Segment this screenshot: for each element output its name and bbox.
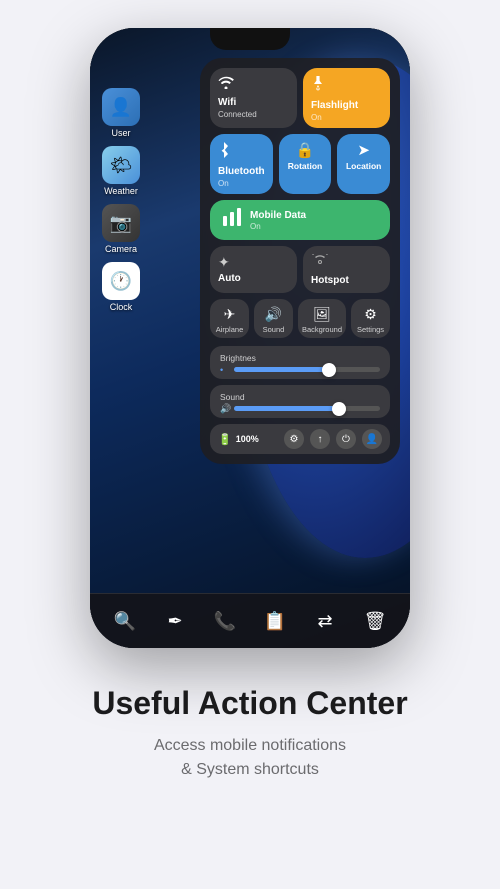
- camera-app-label: Camera: [105, 244, 137, 254]
- hotspot-label: Hotspot: [311, 275, 349, 287]
- cc-row1: Wifi Connected Flashlight On: [210, 68, 390, 128]
- location-button[interactable]: ➤ Location: [337, 134, 390, 194]
- camera-app-icon: 📷: [102, 204, 140, 242]
- sound-slider-label: Sound: [220, 392, 380, 402]
- control-center: Wifi Connected Flashlight On: [200, 58, 400, 464]
- hotspot-button[interactable]: Hotspot: [303, 246, 390, 293]
- flashlight-label: Flashlight: [311, 100, 358, 112]
- user-app-label: User: [111, 128, 130, 138]
- weather-app-label: Weather: [104, 186, 138, 196]
- auto-icon: ✦: [218, 254, 230, 271]
- subtitle-line2: & System shortcuts: [181, 761, 319, 778]
- sound-wrapper: 🔊: [220, 406, 380, 411]
- status-power-button[interactable]: ⏻: [336, 429, 356, 449]
- wifi-icon: [218, 76, 234, 94]
- app-user[interactable]: 👤 User: [102, 88, 140, 138]
- auto-button[interactable]: ✦ Auto: [210, 246, 297, 293]
- flashlight-status: On: [311, 113, 322, 122]
- main-title: Useful Action Center: [92, 684, 407, 722]
- app-camera[interactable]: 📷 Camera: [102, 204, 140, 254]
- phone-screen: 👤 User 🌤 Weather 📷 Camera 🕐 Clock: [90, 28, 410, 648]
- brightness-track[interactable]: [234, 367, 380, 372]
- cc-row5: ✈ Airplane 🔊 Sound 🖼 Background ⚙ Settin…: [210, 299, 390, 338]
- airplane-icon: ✈: [224, 306, 236, 323]
- sound-dot-icon: 🔊: [220, 403, 231, 414]
- weather-app-icon: 🌤: [102, 146, 140, 184]
- dock-pen-icon[interactable]: ✒: [160, 606, 190, 636]
- mobile-data-label: Mobile Data: [250, 210, 306, 222]
- flashlight-button[interactable]: Flashlight On: [303, 68, 390, 128]
- wifi-label: Wifi: [218, 97, 236, 109]
- wifi-status: Connected: [218, 110, 257, 119]
- sidebar-apps: 👤 User 🌤 Weather 📷 Camera 🕐 Clock: [102, 88, 140, 312]
- dock-clipboard-icon[interactable]: 📋: [260, 606, 290, 636]
- background-icon: 🖼: [313, 306, 331, 323]
- dock-search-icon[interactable]: 🔍: [110, 606, 140, 636]
- sound-thumb[interactable]: [332, 402, 346, 416]
- app-weather[interactable]: 🌤 Weather: [102, 146, 140, 196]
- brightness-dot-icon: •: [220, 365, 223, 375]
- bluetooth-label: Bluetooth: [218, 166, 265, 178]
- sound-fill: [234, 406, 339, 411]
- brightness-label: Brightnes: [220, 353, 380, 363]
- mobile-data-icon: [222, 208, 242, 232]
- settings-icon: ⚙: [364, 306, 377, 323]
- battery-icon: 🔋: [218, 433, 232, 446]
- rotation-label: Rotation: [288, 161, 322, 171]
- sound-label: Sound: [263, 325, 285, 334]
- bluetooth-button[interactable]: Bluetooth On: [210, 134, 273, 194]
- clock-app-icon: 🕐: [102, 262, 140, 300]
- bluetooth-icon: [218, 142, 230, 163]
- location-label: Location: [346, 161, 381, 171]
- sound-button[interactable]: 🔊 Sound: [254, 299, 293, 338]
- user-app-icon: 👤: [102, 88, 140, 126]
- wifi-button[interactable]: Wifi Connected: [210, 68, 297, 128]
- sound-slider-section: Sound 🔊: [210, 385, 390, 418]
- bluetooth-status: On: [218, 179, 229, 188]
- brightness-slider-section: Brightnes •: [210, 346, 390, 379]
- airplane-label: Airplane: [216, 325, 244, 334]
- rotation-button[interactable]: 🔒 Rotation: [279, 134, 332, 194]
- brightness-thumb[interactable]: [322, 363, 336, 377]
- status-gear-button[interactable]: ⚙: [284, 429, 304, 449]
- flashlight-icon: [311, 76, 325, 97]
- main-subtitle: Access mobile notifications & System sho…: [92, 734, 407, 782]
- mobile-data-button[interactable]: Mobile Data On: [210, 200, 390, 240]
- mobile-data-text: Mobile Data On: [250, 210, 306, 231]
- text-section: Useful Action Center Access mobile notif…: [62, 684, 437, 822]
- auto-label: Auto: [218, 273, 241, 285]
- settings-button[interactable]: ⚙ Settings: [351, 299, 390, 338]
- brightness-wrapper: •: [220, 367, 380, 372]
- hotspot-icon: [311, 254, 329, 273]
- location-icon: ➤: [357, 141, 370, 159]
- status-user-button[interactable]: 👤: [362, 429, 382, 449]
- cc-status-bar: 🔋 100% ⚙ ↑ ⏻ 👤: [210, 424, 390, 454]
- background-button[interactable]: 🖼 Background: [298, 299, 346, 338]
- sound-track[interactable]: [234, 406, 380, 411]
- airplane-button[interactable]: ✈ Airplane: [210, 299, 249, 338]
- phone-wrapper: 👤 User 🌤 Weather 📷 Camera 🕐 Clock: [90, 28, 410, 648]
- battery-percent: 100%: [236, 434, 259, 444]
- dock-switch-icon[interactable]: ⇄: [310, 606, 340, 636]
- app-clock[interactable]: 🕐 Clock: [102, 262, 140, 312]
- mobile-data-status: On: [250, 222, 306, 231]
- sound-icon: 🔊: [265, 306, 282, 323]
- phone-frame: 👤 User 🌤 Weather 📷 Camera 🕐 Clock: [90, 28, 410, 648]
- clock-app-label: Clock: [110, 302, 133, 312]
- rotation-icon: 🔒: [296, 141, 315, 159]
- cc-row4: ✦ Auto Hotspot: [210, 246, 390, 293]
- status-share-button[interactable]: ↑: [310, 429, 330, 449]
- background-label: Background: [302, 325, 342, 334]
- dock-phone-icon[interactable]: 📞: [210, 606, 240, 636]
- brightness-fill: [234, 367, 329, 372]
- subtitle-line1: Access mobile notifications: [154, 737, 346, 754]
- settings-label: Settings: [357, 325, 384, 334]
- phone-dock: 🔍 ✒ 📞 📋 ⇄ 🗑: [90, 593, 410, 648]
- notch: [210, 28, 290, 50]
- dock-trash-icon[interactable]: 🗑: [360, 606, 390, 636]
